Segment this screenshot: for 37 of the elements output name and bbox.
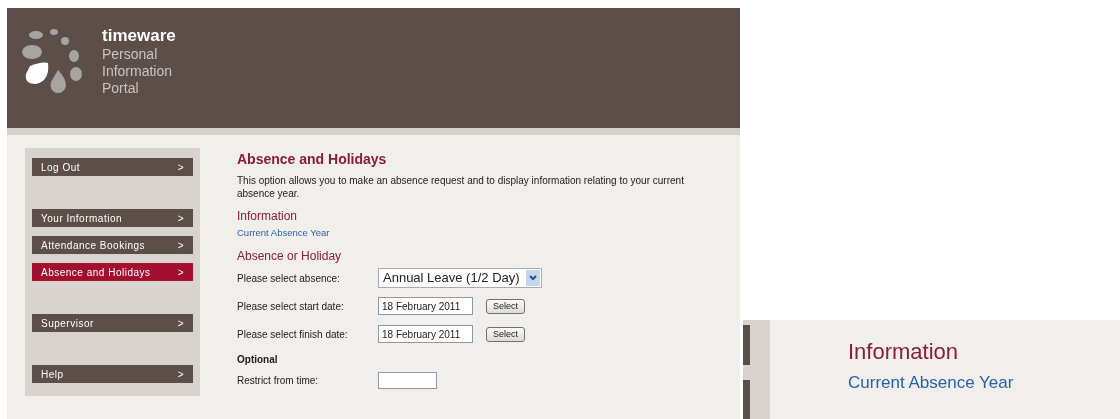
page-title: Absence and Holidays	[237, 150, 388, 168]
absence-year-link[interactable]: Current Absence Year	[237, 227, 730, 239]
nav-item[interactable]: Attendance Bookings >	[32, 236, 193, 254]
absence-select[interactable]: Annual Leave (1/2 Day)	[378, 268, 542, 288]
portal-subtitle: Personal	[102, 46, 159, 63]
nav-item[interactable]: Help >	[32, 365, 193, 383]
arrow-icon: >	[177, 315, 184, 331]
nav-item[interactable]: Absence and Holidays >	[32, 263, 193, 281]
absence-year-link[interactable]: Current Absence Year	[848, 372, 1014, 394]
section-heading: Information	[848, 338, 960, 366]
arrow-icon: >	[177, 237, 184, 253]
section-heading: Absence or Holiday	[237, 249, 343, 264]
select-button[interactable]: Select	[486, 298, 525, 314]
arrow-icon: >	[177, 210, 184, 226]
page-description: This option allows you to make an absence request and to display information relating to your current absence year.	[237, 174, 685, 200]
portal-subtitle: Information	[102, 63, 174, 80]
nav-item[interactable]: Log Out >	[32, 158, 193, 176]
field-label: Please select finish date:	[237, 327, 349, 342]
optional-heading: Optional	[237, 353, 279, 366]
field-label: Restrict from time:	[237, 373, 320, 388]
field-label: Please select start date:	[237, 299, 345, 314]
field-label: Please select absence:	[237, 271, 341, 286]
time-field[interactable]	[378, 371, 437, 389]
nav-item[interactable]: Your Information >	[32, 209, 193, 227]
nav-item-edge	[743, 325, 750, 365]
date-field[interactable]: 18 February 2011	[378, 297, 473, 315]
date-field[interactable]: 18 February 2011	[378, 325, 473, 343]
caret-icon	[526, 270, 540, 286]
arrow-icon: >	[177, 264, 184, 280]
select-button[interactable]: Select	[486, 326, 525, 342]
arrow-icon: >	[177, 159, 184, 175]
nav-item[interactable]: Supervisor >	[32, 314, 193, 332]
arrow-icon: >	[177, 366, 184, 382]
portal-subtitle: Portal	[102, 80, 140, 97]
brand-name: timeware	[102, 26, 176, 46]
nav-item-edge	[743, 380, 750, 419]
section-heading: Information	[237, 209, 299, 224]
